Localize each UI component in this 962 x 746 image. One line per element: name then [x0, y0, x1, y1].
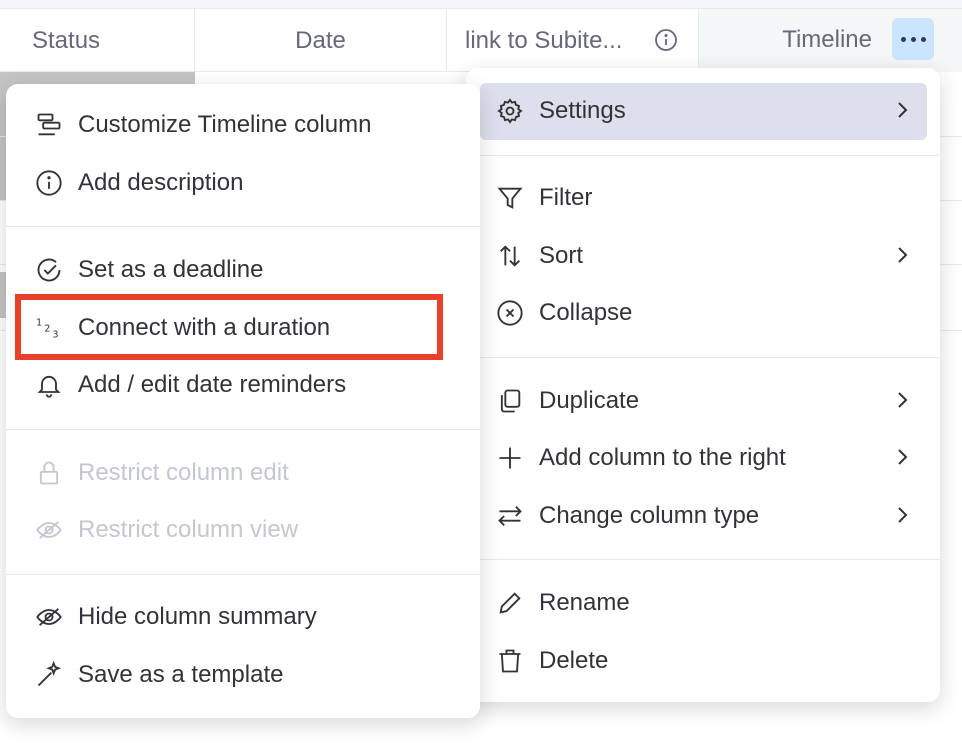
menu-item-label: Add description [78, 169, 244, 196]
menu-item-label: Restrict column view [78, 516, 299, 543]
column-header-date[interactable]: Date [195, 9, 447, 72]
info-icon[interactable] [654, 28, 678, 52]
column-title: Timeline [782, 26, 872, 53]
numbers-icon: 123 [35, 314, 63, 342]
menu-item-duplicate[interactable]: Duplicate [466, 373, 940, 429]
column-options-menu: Settings Filter Sort Collapse Duplicate … [466, 68, 940, 702]
menu-item-filter[interactable]: Filter [466, 170, 940, 226]
board-view: Status Date link to Subite... Timeline S… [0, 0, 962, 746]
menu-item-label: Connect with a duration [78, 314, 331, 341]
menu-divider [6, 574, 480, 575]
sort-icon [496, 242, 524, 270]
menu-item-label: Filter [539, 184, 593, 211]
menu-divider [6, 226, 480, 227]
menu-item-restrict-view: Restrict column view [6, 502, 480, 558]
menu-item-set-deadline[interactable]: Set as a deadline [6, 242, 480, 298]
menu-item-change-column-type[interactable]: Change column type [466, 488, 940, 544]
column-title: Date [295, 26, 346, 54]
trash-icon [496, 647, 524, 675]
collapse-icon [496, 299, 524, 327]
check-circle-icon [35, 256, 63, 284]
bell-icon [35, 371, 63, 399]
swap-arrows-icon [496, 502, 524, 530]
svg-text:1: 1 [36, 318, 42, 329]
menu-item-collapse[interactable]: Collapse [466, 285, 940, 341]
menu-item-save-template[interactable]: Save as a template [6, 647, 480, 703]
menu-item-delete[interactable]: Delete [466, 633, 940, 689]
menu-item-label: Sort [539, 242, 584, 269]
magic-wand-icon [35, 661, 63, 689]
menu-item-rename[interactable]: Rename [466, 575, 940, 631]
eye-off-icon [35, 603, 63, 631]
plus-icon [496, 444, 524, 472]
svg-text:3: 3 [53, 329, 59, 340]
menu-item-label: Restrict column edit [78, 459, 289, 486]
menu-divider [466, 559, 940, 560]
column-more-button[interactable] [892, 18, 934, 60]
menu-item-connect-duration[interactable]: 123 Connect with a duration [6, 300, 480, 356]
chevron-right-icon [890, 445, 914, 469]
menu-divider [6, 429, 480, 430]
settings-submenu: Customize Timeline column Add descriptio… [6, 84, 480, 718]
more-dots-icon [900, 36, 906, 42]
column-title: link to Subite... [465, 26, 623, 54]
svg-text:2: 2 [44, 324, 50, 335]
menu-item-label: Change column type [539, 502, 760, 529]
menu-item-label: Save as a template [78, 661, 284, 688]
chevron-right-icon [890, 98, 914, 122]
menu-item-label: Delete [539, 647, 609, 674]
column-header-status[interactable]: Status [0, 9, 195, 72]
gear-icon [496, 97, 524, 125]
menu-item-restrict-edit: Restrict column edit [6, 445, 480, 501]
menu-item-add-description[interactable]: Add description [6, 155, 480, 211]
menu-item-add-column-right[interactable]: Add column to the right [466, 430, 940, 486]
menu-item-sort[interactable]: Sort [466, 228, 940, 284]
column-header-link[interactable]: link to Subite... [447, 9, 699, 72]
menu-item-hide-summary[interactable]: Hide column summary [6, 589, 480, 645]
menu-item-label: Add / edit date reminders [78, 371, 347, 398]
menu-divider [466, 155, 940, 156]
menu-item-label: Set as a deadline [78, 256, 264, 283]
table-header: Status Date link to Subite... Timeline [0, 8, 962, 72]
menu-item-label: Settings [539, 97, 626, 124]
menu-item-customize-timeline[interactable]: Customize Timeline column [6, 97, 480, 153]
menu-item-settings[interactable]: Settings [466, 83, 940, 139]
menu-divider [466, 357, 940, 358]
menu-item-label: Rename [539, 589, 630, 616]
pencil-icon [496, 589, 524, 617]
duplicate-icon [496, 387, 524, 415]
chevron-right-icon [890, 243, 914, 267]
timeline-bars-icon [35, 111, 63, 139]
menu-item-label: Hide column summary [78, 603, 317, 630]
menu-item-label: Duplicate [539, 387, 640, 414]
filter-icon [496, 184, 524, 212]
menu-item-label: Add column to the right [539, 444, 786, 471]
menu-item-date-reminders[interactable]: Add / edit date reminders [6, 357, 480, 413]
chevron-right-icon [890, 503, 914, 527]
menu-item-label: Collapse [539, 299, 633, 326]
column-title: Status [32, 26, 101, 54]
lock-icon [35, 459, 63, 487]
eye-off-icon [35, 516, 63, 544]
info-icon [35, 169, 63, 197]
menu-item-label: Customize Timeline column [78, 111, 372, 138]
chevron-right-icon [890, 388, 914, 412]
